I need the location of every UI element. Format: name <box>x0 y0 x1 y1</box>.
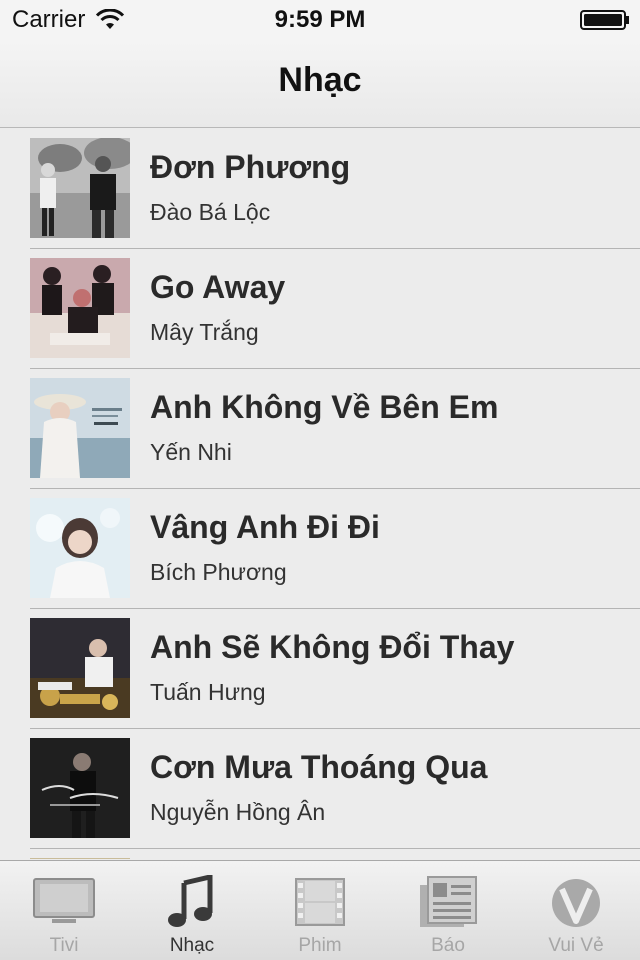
song-title: Go Away <box>150 269 286 305</box>
album-cover-partial <box>30 858 130 859</box>
music-note-icon <box>168 875 213 927</box>
album-cover-three-singers <box>30 258 130 358</box>
song-artist: Yến Nhi <box>150 439 232 465</box>
film-icon <box>295 878 345 926</box>
tab-label: Vui Vẻ <box>548 935 604 956</box>
song-title: Anh Sẽ Không Đổi Thay <box>150 629 515 665</box>
tab-tivi[interactable]: Tivi <box>0 861 128 960</box>
tab-phim[interactable]: Phim <box>256 861 384 960</box>
tab-bao[interactable]: Báo <box>384 861 512 960</box>
v-logo-icon <box>552 879 600 927</box>
song-artist: Tuấn Hưng <box>150 679 266 705</box>
page-title: Nhạc <box>278 61 362 99</box>
song-artist: Nguyễn Hồng Ân <box>150 799 326 825</box>
song-title: Anh Không Về Bên Em <box>150 389 499 425</box>
tab-nhac[interactable]: Nhạc <box>128 861 256 960</box>
album-cover-woman-white <box>30 498 130 598</box>
status-bar: Carrier 9:59 PM <box>0 0 640 40</box>
song-row[interactable]: Đơn Phương Đào Bá Lộc <box>30 129 640 249</box>
album-cover-woman-hat <box>30 378 130 478</box>
battery-icon <box>580 10 629 30</box>
song-title: Đơn Phương <box>150 149 351 185</box>
album-cover-man-dark <box>30 738 130 838</box>
song-title: Cơn Mưa Thoáng Qua <box>150 749 488 785</box>
song-artist: Đào Bá Lộc <box>150 199 271 225</box>
song-row[interactable]: Vâng Anh Đi Đi Bích Phương <box>30 489 640 609</box>
song-row[interactable]: Go Away Mây Trắng <box>30 249 640 369</box>
song-row[interactable]: Anh Sẽ Không Đổi Thay Tuấn Hưng <box>30 609 640 729</box>
tab-label: Nhạc <box>169 935 215 956</box>
song-list[interactable]: Đơn Phương Đào Bá Lộc Go Away Mây Trắng <box>0 129 640 859</box>
tv-icon <box>33 878 95 923</box>
status-time: 9:59 PM <box>274 6 366 33</box>
album-cover-bw-couple <box>30 138 130 238</box>
song-row-partial[interactable] <box>30 849 640 859</box>
navigation-bar: Nhạc <box>0 40 640 128</box>
song-row[interactable]: Cơn Mưa Thoáng Qua Nguyễn Hồng Ân <box>30 729 640 849</box>
tab-bar: Tivi Nhạc Phim Báo Vui Vẻ <box>0 860 640 960</box>
tab-label: Tivi <box>49 935 79 956</box>
song-artist: Bích Phương <box>150 559 287 585</box>
song-artist: Mây Trắng <box>150 319 259 345</box>
tab-label: Báo <box>431 935 465 956</box>
album-cover-man-gold <box>30 618 130 718</box>
song-row[interactable]: Anh Không Về Bên Em Yến Nhi <box>30 369 640 489</box>
song-title: Vâng Anh Đi Đi <box>150 509 380 545</box>
tab-label: Phim <box>298 935 342 956</box>
tab-vui-ve[interactable]: Vui Vẻ <box>512 861 640 960</box>
newspaper-icon <box>420 876 477 927</box>
